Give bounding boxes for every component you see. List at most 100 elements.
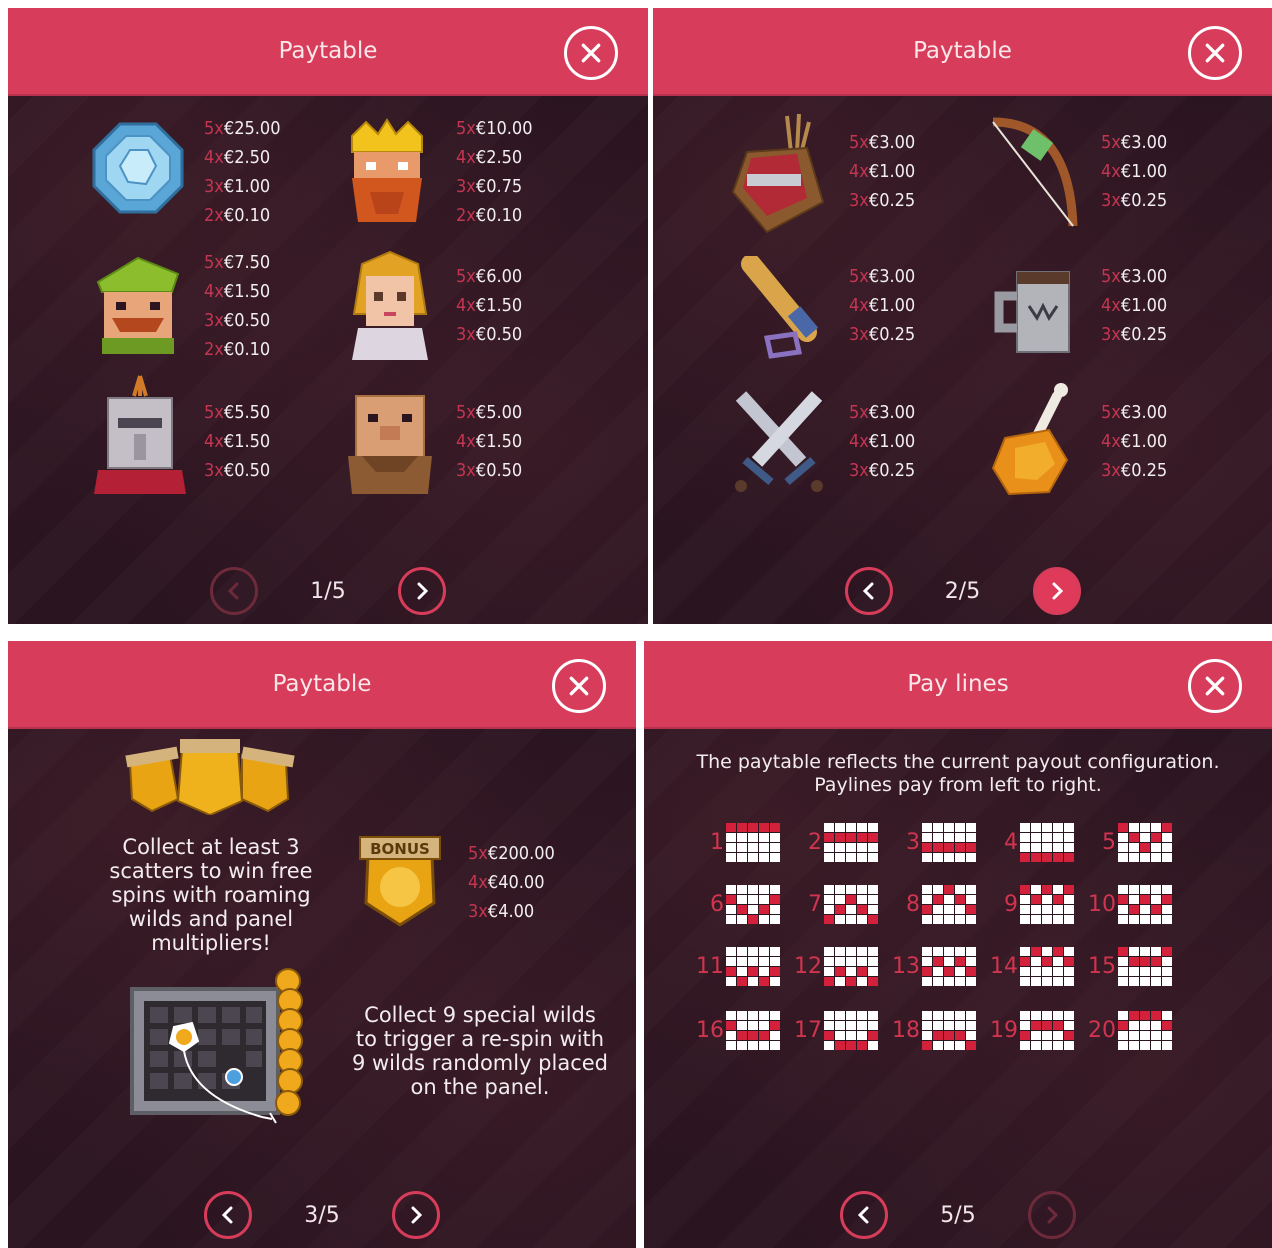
payline-cell xyxy=(770,885,780,894)
next-page-button[interactable] xyxy=(392,1191,440,1239)
payline-cell xyxy=(1151,885,1161,894)
payline-cell xyxy=(770,853,780,862)
close-button[interactable] xyxy=(552,659,606,713)
payline-cell xyxy=(770,915,780,924)
payline-cell xyxy=(1020,977,1030,986)
payline-cell xyxy=(726,947,736,956)
payline-cell xyxy=(857,843,867,852)
payline-cell xyxy=(922,885,932,894)
payline-cell xyxy=(737,853,747,862)
next-page-button[interactable] xyxy=(398,567,446,615)
payline-cell xyxy=(846,957,856,966)
payline-cell xyxy=(846,967,856,976)
payline-cell xyxy=(846,823,856,832)
payline-cell xyxy=(933,957,943,966)
close-icon xyxy=(1205,43,1225,63)
page-indicator: 1/5 xyxy=(310,578,346,604)
payline-number: 10 xyxy=(1088,892,1116,917)
payline-cell xyxy=(726,1041,736,1050)
club-icon xyxy=(737,254,829,366)
payline-cell xyxy=(1042,967,1052,976)
paytable-values: 5x€3.00 4x€1.00 3x€0.25 xyxy=(849,266,916,345)
page-title: Paytable xyxy=(272,671,372,697)
payline-cell xyxy=(1162,967,1172,976)
payline-cell xyxy=(933,1021,943,1030)
chevron-left-icon xyxy=(221,1206,233,1224)
payline-pattern xyxy=(1118,885,1172,924)
payline-cell xyxy=(759,1021,769,1030)
payline-cell xyxy=(922,957,932,966)
payline-8: 8 xyxy=(892,885,976,924)
quiver-icon xyxy=(727,112,831,236)
payline-cell xyxy=(1140,843,1150,852)
payline-4: 4 xyxy=(990,823,1074,862)
payline-cell xyxy=(1042,853,1052,862)
prev-page-button[interactable] xyxy=(840,1191,888,1239)
payline-cell xyxy=(1140,853,1150,862)
paytable-values: 5x€3.00 4x€1.00 3x€0.25 xyxy=(1101,132,1168,211)
payline-cell xyxy=(944,833,954,842)
bow-icon xyxy=(985,116,1081,232)
payline-cell xyxy=(726,967,736,976)
close-icon xyxy=(569,676,589,696)
prev-page-button[interactable] xyxy=(844,567,893,615)
payline-cell xyxy=(737,1021,747,1030)
payline-cell xyxy=(1042,833,1052,842)
next-page-button[interactable] xyxy=(1032,567,1081,615)
payline-cell xyxy=(1064,1021,1074,1030)
payline-10: 10 xyxy=(1088,885,1172,924)
payline-number: 18 xyxy=(892,1018,920,1043)
payline-cell xyxy=(824,1031,834,1040)
paytable-page-3: Paytable Collect at least 3 scatters to … xyxy=(8,641,636,1248)
payline-cell xyxy=(944,957,954,966)
payline-cell xyxy=(922,1011,932,1020)
next-page-button[interactable] xyxy=(1028,1191,1076,1239)
payline-cell xyxy=(857,967,867,976)
prev-page-button[interactable] xyxy=(204,1191,252,1239)
payline-2: 2 xyxy=(794,823,878,862)
payline-cell xyxy=(955,1041,965,1050)
close-button[interactable] xyxy=(1188,659,1242,713)
payline-cell xyxy=(726,1011,736,1020)
close-button[interactable] xyxy=(1188,26,1242,80)
payline-cell xyxy=(770,905,780,914)
payline-cell xyxy=(1020,1021,1030,1030)
payline-cell xyxy=(759,895,769,904)
payline-cell xyxy=(944,823,954,832)
page-indicator: 5/5 xyxy=(940,1202,976,1228)
payline-cell xyxy=(922,905,932,914)
payline-cell xyxy=(1118,967,1128,976)
paylines-page: Pay lines The paytable reflects the curr… xyxy=(644,641,1272,1248)
payline-cell xyxy=(824,1021,834,1030)
payline-cell xyxy=(1053,915,1063,924)
prev-page-button[interactable] xyxy=(210,567,258,615)
payline-cell xyxy=(846,853,856,862)
payline-cell xyxy=(1162,1021,1172,1030)
payline-cell xyxy=(857,905,867,914)
payline-cell xyxy=(966,957,976,966)
close-button[interactable] xyxy=(564,26,618,80)
payline-cell xyxy=(1129,895,1139,904)
payline-cell xyxy=(770,967,780,976)
payline-cell xyxy=(1151,915,1161,924)
robin-hood-icon xyxy=(92,252,184,356)
payline-cell xyxy=(846,843,856,852)
payline-cell xyxy=(1151,895,1161,904)
payline-cell xyxy=(759,905,769,914)
chevron-left-icon xyxy=(857,1206,869,1224)
payline-cell xyxy=(737,967,747,976)
page-indicator: 2/5 xyxy=(944,578,981,604)
payline-cell xyxy=(933,947,943,956)
payline-cell xyxy=(1020,1011,1030,1020)
payline-cell xyxy=(1053,947,1063,956)
paytable-page-2: Paytable 5x€3.00 4x€1.00 3x€0.25 5x€3.00… xyxy=(653,8,1272,624)
payline-cell xyxy=(1042,915,1052,924)
payline-cell xyxy=(868,1031,878,1040)
payline-11: 11 xyxy=(696,947,780,986)
payline-cell xyxy=(1129,843,1139,852)
payline-cell xyxy=(1162,895,1172,904)
payline-cell xyxy=(868,843,878,852)
payline-cell xyxy=(966,915,976,924)
payline-cell xyxy=(933,1031,943,1040)
payline-cell xyxy=(1140,947,1150,956)
